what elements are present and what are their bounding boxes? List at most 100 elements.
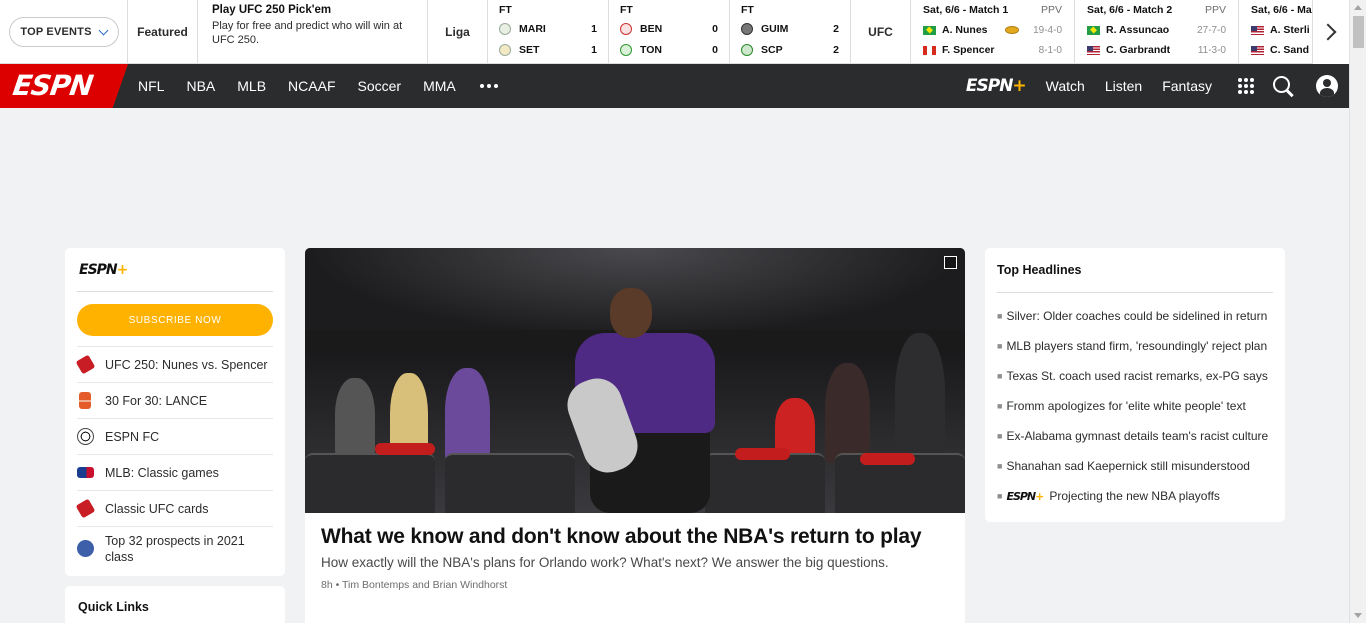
- sidebar-item-classic-ufc[interactable]: Classic UFC cards: [75, 490, 273, 526]
- fight-card[interactable]: Sat, 6/6 - Match 2 PPV R. Assuncao 27-7-…: [1075, 0, 1239, 63]
- espn-plus-logo[interactable]: ESPN+: [966, 76, 1027, 96]
- subscribe-button[interactable]: SUBSCRIBE NOW: [77, 304, 273, 336]
- brazil-flag-icon: [923, 25, 936, 35]
- game-status: FT: [499, 4, 512, 16]
- fighter-name: C. Sand: [1270, 44, 1310, 56]
- team-score: 1: [591, 43, 597, 56]
- sidebar-item-ufc-250[interactable]: UFC 250: Nunes vs. Spencer: [75, 346, 273, 382]
- nav-link-watch[interactable]: Watch: [1046, 78, 1085, 94]
- fighter-record: 19-4-0: [1033, 24, 1062, 36]
- pickem-desc: Play for free and predict who will win a…: [212, 20, 403, 46]
- pickem-promo[interactable]: Play UFC 250 Pick'em Play for free and p…: [198, 0, 428, 63]
- team-name: TON: [640, 43, 662, 56]
- page-scrollbar[interactable]: [1349, 0, 1366, 623]
- chevron-down-icon: [98, 25, 109, 35]
- nav-link-mlb[interactable]: MLB: [237, 78, 266, 94]
- scroll-down-arrow-icon[interactable]: [1354, 613, 1362, 618]
- team-crest-icon: [499, 22, 511, 35]
- pickem-title: Play UFC 250 Pick'em: [212, 4, 332, 16]
- fighter-record: 8-1-0: [1038, 44, 1062, 56]
- fight-match: Sat, 6/6 - Ma: [1251, 4, 1312, 16]
- nav-link-mma[interactable]: MMA: [423, 78, 456, 94]
- image-expand-icon[interactable]: [944, 256, 957, 269]
- sidebar-item-label: ESPN FC: [105, 429, 160, 444]
- game-card[interactable]: FT GUIM 2 SCP 2: [730, 0, 851, 63]
- headline-item[interactable]: ■ Silver: Older coaches could be sideline…: [997, 301, 1273, 331]
- hero-text: What we know and don't know about the NB…: [305, 513, 965, 591]
- chevron-right-icon: [1319, 23, 1337, 41]
- sidebar-espn-plus-logo[interactable]: ESPN+: [77, 248, 273, 292]
- apps-grid-icon[interactable]: [1238, 78, 1254, 94]
- fight-card[interactable]: Sat, 6/6 - Match 1 PPV A. Nunes 19-4-0 F…: [911, 0, 1075, 63]
- user-account-icon[interactable]: [1316, 75, 1338, 97]
- fight-header: Sat, 6/6 - Match 2 PPV: [1087, 4, 1226, 20]
- mlb-icon: [77, 467, 94, 478]
- fighter-name: C. Garbrandt: [1106, 44, 1171, 56]
- fighter-row: C. Garbrandt 11-3-0: [1087, 40, 1226, 60]
- nav-link-fantasy[interactable]: Fantasy: [1162, 78, 1212, 94]
- nav-link-ncaaf[interactable]: NCAAF: [288, 78, 335, 94]
- scrollbar-thumb[interactable]: [1353, 16, 1364, 48]
- hero-image[interactable]: [305, 248, 965, 513]
- sidebar-item-30for30[interactable]: 30 For 30: LANCE: [77, 382, 273, 418]
- game-card[interactable]: FT BEN 0 TON 0: [609, 0, 730, 63]
- headline-item[interactable]: ■ Ex-Alabama gymnast details team's racis…: [997, 421, 1273, 451]
- team-crest-icon: [620, 43, 632, 56]
- usa-flag-icon: [1251, 25, 1264, 35]
- top-events-label: TOP EVENTS: [20, 26, 92, 38]
- sidebar-item-label: MLB: Classic games: [105, 465, 219, 480]
- headline-item[interactable]: ■ Fromm apologizes for 'elite white peopl…: [997, 391, 1273, 421]
- hero-story[interactable]: What we know and don't know about the NB…: [305, 248, 965, 623]
- hero-description: How exactly will the NBA's plans for Orl…: [321, 555, 889, 570]
- espn-plus-sidebar: ESPN+ SUBSCRIBE NOW UFC 250: Nunes vs. S…: [65, 248, 285, 576]
- more-sports-icon[interactable]: [479, 84, 498, 88]
- draft-icon: [77, 540, 94, 557]
- headline-item[interactable]: ■ MLB players stand firm, 'resoundingly' …: [997, 331, 1273, 361]
- team-score: 2: [833, 22, 839, 35]
- sidebar-item-espn-fc[interactable]: ESPN FC: [77, 418, 273, 454]
- team-row: TON 0: [620, 39, 718, 60]
- team-name: MARI: [519, 22, 546, 35]
- glove-icon: [75, 354, 96, 375]
- fight-header: Sat, 6/6 - Ma: [1251, 4, 1317, 20]
- headline-item[interactable]: ■ Shanahan sad Kaepernick still misunders…: [997, 451, 1273, 481]
- espn-logo[interactable]: ESPN: [0, 64, 128, 108]
- usa-flag-icon: [1251, 45, 1264, 55]
- team-name: SCP: [761, 43, 783, 56]
- sidebar-item-top-prospects[interactable]: Top 32 prospects in 2021 class: [77, 526, 273, 570]
- hero-headline[interactable]: What we know and don't know about the NB…: [321, 523, 949, 551]
- nav-link-soccer[interactable]: Soccer: [358, 78, 402, 94]
- scroll-up-arrow-icon[interactable]: [1354, 5, 1362, 10]
- nav-link-nba[interactable]: NBA: [186, 78, 215, 94]
- nav-link-nfl[interactable]: NFL: [138, 78, 164, 94]
- brazil-flag-icon: [1087, 25, 1100, 35]
- headline-item-espn-plus[interactable]: ■ ESPN+ Projecting the new NBA playoffs: [997, 481, 1273, 511]
- fighter-name: F. Spencer: [942, 44, 995, 56]
- team-score: 2: [833, 43, 839, 56]
- team-score: 1: [591, 22, 597, 35]
- fighter-record: 11-3-0: [1197, 44, 1226, 56]
- scorestrip-next-button[interactable]: [1312, 0, 1349, 64]
- team-crest-icon: [741, 22, 753, 35]
- game-status: FT: [620, 4, 633, 16]
- liga-label[interactable]: Liga: [428, 0, 488, 63]
- sidebar-item-mlb-classic[interactable]: MLB: Classic games: [77, 454, 273, 490]
- ufc-label[interactable]: UFC: [851, 0, 911, 63]
- championship-belt-icon: [1005, 26, 1020, 34]
- top-events-container: TOP EVENTS: [0, 0, 128, 64]
- fighter-row: A. Nunes 19-4-0: [923, 20, 1062, 40]
- team-crest-icon: [499, 43, 511, 56]
- headline-item[interactable]: ■ Texas St. coach used racist remarks, ex…: [997, 361, 1273, 391]
- canada-flag-icon: [923, 45, 936, 55]
- sport-nav-links: NFL NBA MLB NCAAF Soccer MMA: [138, 64, 498, 108]
- game-card[interactable]: FT MARI 1 SET 1: [488, 0, 609, 63]
- team-row: SET 1: [499, 39, 597, 60]
- team-row: BEN 0: [620, 18, 718, 39]
- search-icon[interactable]: [1272, 75, 1294, 97]
- soccer-ball-icon: [77, 428, 94, 445]
- nav-link-listen[interactable]: Listen: [1105, 78, 1142, 94]
- 30for30-icon: [79, 392, 91, 409]
- top-events-dropdown[interactable]: TOP EVENTS: [8, 17, 119, 47]
- team-row: GUIM 2: [741, 18, 839, 39]
- featured-label[interactable]: Featured: [128, 0, 198, 63]
